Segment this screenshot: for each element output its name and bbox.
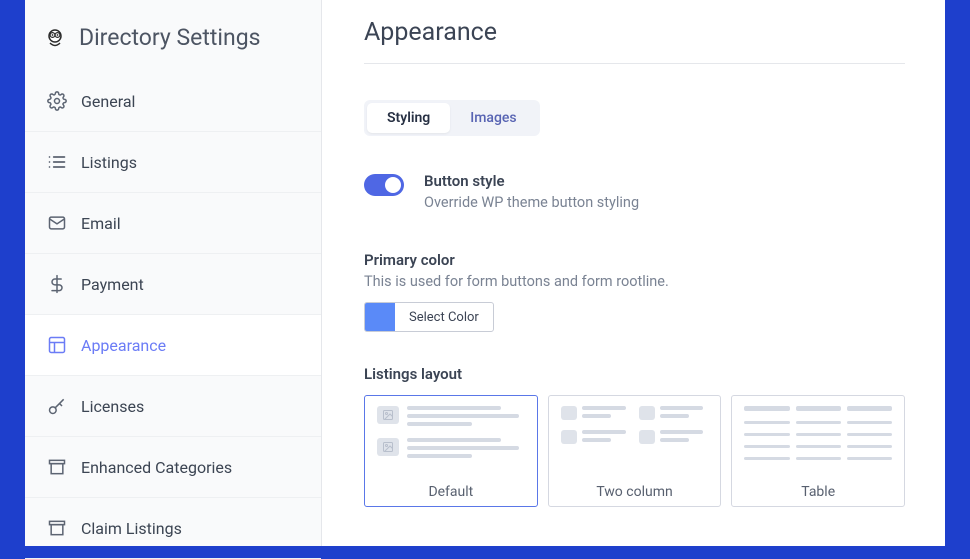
sidebar-item-label: Claim Listings [81, 519, 182, 538]
sidebar-item-label: Appearance [81, 336, 166, 355]
app-logo-icon [43, 26, 67, 50]
setting-label: Button style [424, 172, 639, 190]
button-style-toggle[interactable] [364, 174, 404, 196]
sidebar-item-claim-listings[interactable]: Claim Listings [25, 498, 321, 559]
gear-icon [47, 91, 67, 111]
layout-icon [47, 335, 67, 355]
setting-primary-color: Primary color This is used for form butt… [364, 251, 905, 335]
section-title: Primary color [364, 251, 905, 269]
layout-caption: Default [377, 484, 525, 500]
dollar-icon [47, 274, 67, 294]
sidebar: Directory Settings General Listings Emai… [25, 0, 322, 546]
list-icon [47, 152, 67, 172]
layout-caption: Two column [561, 484, 709, 500]
archive-icon [47, 518, 67, 538]
sidebar-item-label: Email [81, 214, 121, 233]
sidebar-item-email[interactable]: Email [25, 193, 321, 254]
sidebar-item-label: Payment [81, 275, 144, 294]
layout-option-two-column[interactable]: Two column [548, 395, 722, 507]
sidebar-item-label: Enhanced Categories [81, 458, 232, 477]
archive-icon [47, 457, 67, 477]
color-swatch [365, 303, 395, 331]
sidebar-header: Directory Settings [25, 12, 321, 71]
main-content: Appearance Styling Images Button style O… [322, 0, 945, 546]
tab-styling[interactable]: Styling [367, 103, 450, 133]
sidebar-title: Directory Settings [79, 24, 260, 51]
page-title: Appearance [364, 18, 905, 64]
tab-images[interactable]: Images [450, 103, 536, 133]
sidebar-item-label: General [81, 92, 135, 111]
sidebar-item-label: Listings [81, 153, 137, 172]
sidebar-item-enhanced-categories[interactable]: Enhanced Categories [25, 437, 321, 498]
select-color-label: Select Color [395, 303, 493, 331]
section-desc: This is used for form buttons and form r… [364, 273, 905, 290]
key-icon [47, 396, 67, 416]
select-color-button[interactable]: Select Color [364, 302, 494, 332]
tab-group: Styling Images [364, 100, 540, 136]
section-title: Listings layout [364, 365, 905, 383]
setting-desc: Override WP theme button styling [424, 194, 639, 211]
sidebar-item-appearance[interactable]: Appearance [25, 315, 321, 376]
sidebar-item-payment[interactable]: Payment [25, 254, 321, 315]
setting-button-style: Button style Override WP theme button st… [364, 172, 905, 211]
sidebar-item-licenses[interactable]: Licenses [25, 376, 321, 437]
sidebar-item-label: Licenses [81, 397, 144, 416]
setting-listings-layout: Listings layout Default [364, 365, 905, 507]
layout-option-table[interactable]: Table [731, 395, 905, 507]
mail-icon [47, 213, 67, 233]
sidebar-item-general[interactable]: General [25, 71, 321, 132]
layout-option-default[interactable]: Default [364, 395, 538, 507]
layout-caption: Table [744, 484, 892, 500]
sidebar-item-listings[interactable]: Listings [25, 132, 321, 193]
